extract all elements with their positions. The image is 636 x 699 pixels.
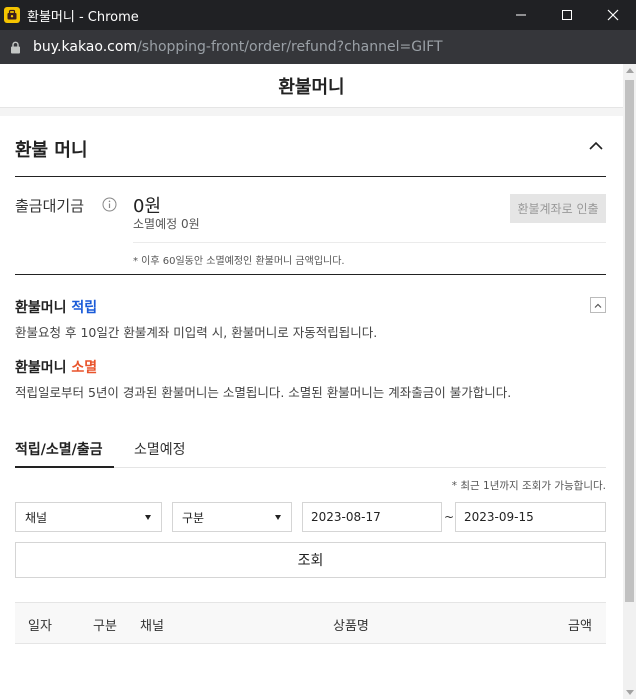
address-bar[interactable]: buy.kakao.com/shopping-front/order/refun… [0, 30, 636, 64]
column-amount: 금액 [568, 619, 592, 634]
expire-amount: 소멸예정 0원 [133, 217, 200, 231]
expire-description: 적립일로부터 5년이 경과된 환불머니는 소멸됩니다. 소멸된 환불머니는 계좌… [15, 385, 512, 400]
caret-down-icon [275, 515, 281, 520]
column-product: 상품명 [333, 619, 369, 634]
kakao-app-icon [4, 7, 20, 23]
range-note: * 최근 1년까지 조회가 가능합니다. [451, 480, 606, 492]
caret-down-icon [145, 515, 151, 520]
expire-title-highlight: 소멸 [71, 360, 98, 376]
maximize-icon[interactable] [544, 0, 590, 30]
expire-title-prefix: 환불머니 [15, 360, 72, 376]
accrue-title-highlight: 적립 [71, 300, 98, 316]
accrue-description: 환불요청 후 10일간 환불계좌 미입력 시, 환불머니로 자동적립됩니다. [15, 325, 378, 340]
column-channel: 채널 [140, 619, 164, 634]
info-icon[interactable] [102, 197, 117, 212]
window-titlebar: 환불머니 - Chrome [0, 0, 636, 30]
balance-divider [133, 242, 606, 243]
accrue-title-prefix: 환불머니 [15, 300, 72, 316]
section-title: 환불 머니 [15, 140, 88, 161]
search-button[interactable]: 조회 [15, 542, 606, 578]
info-collapse-toggle[interactable] [590, 297, 606, 313]
balance-bottom-divider [15, 274, 606, 275]
tab-scheduled-expiry[interactable]: 소멸예정 [134, 439, 186, 459]
withdraw-button[interactable]: 환불계좌로 인출 [510, 194, 606, 223]
section-divider [15, 176, 606, 177]
column-date: 일자 [28, 619, 52, 634]
date-separator: ~ [444, 510, 455, 524]
page-header: 환불머니 [0, 64, 623, 108]
lock-icon [10, 40, 22, 54]
end-date-input[interactable] [455, 502, 606, 532]
column-type: 구분 [93, 619, 117, 634]
header-divider [0, 108, 623, 116]
channel-select-value: 채널 [25, 510, 48, 525]
chevron-up-icon[interactable] [586, 138, 606, 154]
url-path: /shopping-front/order/refund?channel=GIF… [137, 39, 443, 55]
start-date-input[interactable] [302, 502, 442, 532]
table-header: 일자 구분 채널 상품명 금액 [15, 602, 606, 644]
expire-title: 환불머니 소멸 [15, 357, 97, 377]
tab-history[interactable]: 적립/소멸/출금 [15, 439, 103, 459]
accrue-title: 환불머니 적립 [15, 297, 97, 317]
type-select[interactable]: 구분 [172, 502, 292, 532]
balance-label: 출금대기금 [15, 197, 85, 215]
url-host: buy.kakao.com [33, 39, 138, 55]
tab-active-indicator [15, 466, 114, 468]
url-text[interactable]: buy.kakao.com/shopping-front/order/refun… [33, 39, 443, 55]
channel-select[interactable]: 채널 [15, 502, 162, 532]
close-icon[interactable] [590, 0, 636, 30]
minimize-icon[interactable] [498, 0, 544, 30]
window-title: 환불머니 - Chrome [27, 9, 139, 25]
type-select-value: 구분 [182, 510, 205, 525]
page-title: 환불머니 [278, 76, 345, 98]
balance-note: * 이후 60일동안 소멸예정인 환불머니 금액입니다. [133, 256, 345, 267]
vertical-scrollbar[interactable] [623, 64, 636, 699]
scroll-thumb[interactable] [625, 80, 634, 602]
scroll-down-icon[interactable] [626, 690, 634, 695]
scroll-up-icon[interactable] [626, 68, 634, 73]
page-content: 환불머니 환불 머니 출금대기금 0원 소멸예정 0원 환불계좌로 인출 * 이… [0, 64, 623, 699]
